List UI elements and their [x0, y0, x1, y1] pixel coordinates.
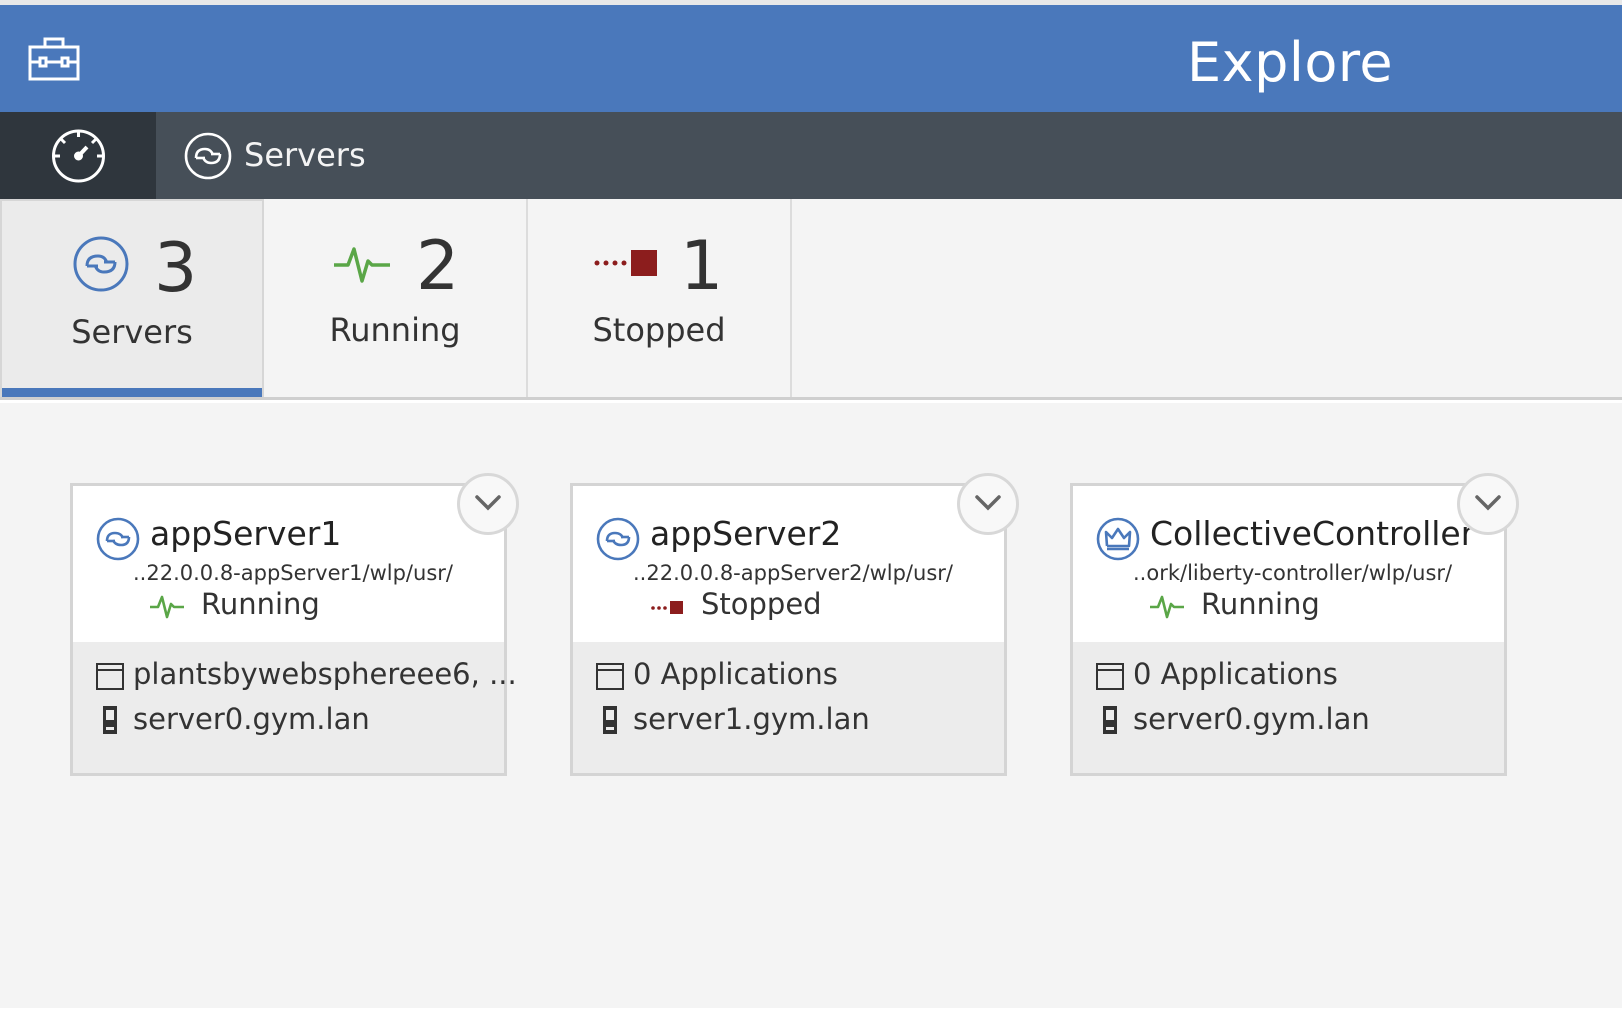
filter-count: 1: [680, 227, 724, 306]
running-pulse-icon: [334, 247, 390, 283]
stopped-icon: [594, 250, 657, 276]
application-window-icon: [596, 663, 624, 690]
expand-card-button[interactable]: [1457, 473, 1519, 535]
dashboard-gauge-icon: [52, 129, 105, 183]
dashboard-nav-button[interactable]: [0, 112, 156, 199]
server-host[interactable]: server0.gym.lan: [1133, 702, 1370, 736]
host-icon: [103, 706, 117, 734]
chevron-down-icon: [975, 495, 1001, 511]
server-status: Running: [1201, 587, 1320, 621]
stopped-icon: [651, 601, 683, 614]
server-path: ..22.0.0.8-appServer2/wlp/usr/: [633, 561, 953, 585]
server-card[interactable]: appServer1 ..22.0.0.8-appServer1/wlp/usr…: [70, 483, 517, 776]
application-window-icon: [96, 663, 124, 690]
server-applications[interactable]: plantsbywebsphereee6, ...: [133, 657, 517, 691]
server-host[interactable]: server1.gym.lan: [633, 702, 870, 736]
running-pulse-icon: [1150, 595, 1184, 619]
header-bar: Explore: [0, 5, 1622, 112]
server-applications[interactable]: 0 Applications: [1133, 657, 1338, 691]
server-card[interactable]: CollectiveController ..ork/liberty-contr…: [1070, 483, 1507, 776]
server-name[interactable]: appServer1: [150, 514, 341, 553]
server-host[interactable]: server0.gym.lan: [133, 702, 370, 736]
filter-label: Stopped: [592, 311, 726, 349]
server-cards-area: appServer1 ..22.0.0.8-appServer1/wlp/usr…: [0, 403, 1622, 1008]
bottom-edge: [0, 1008, 1622, 1012]
filter-tab-stopped[interactable]: 1 Stopped: [528, 199, 792, 397]
server-path: ..22.0.0.8-appServer1/wlp/usr/: [133, 561, 453, 585]
server-name[interactable]: CollectiveController: [1150, 514, 1474, 553]
server-path: ..ork/liberty-controller/wlp/usr/: [1133, 561, 1453, 585]
status-filter-bar: 3 Servers 2 Running 1 Stopped: [0, 199, 1622, 400]
filter-label: Running: [329, 311, 461, 349]
active-tab-indicator: [2, 388, 262, 397]
filter-tab-servers[interactable]: 3 Servers: [0, 199, 264, 397]
server-status: Stopped: [701, 587, 822, 621]
server-card-header: appServer1 ..22.0.0.8-appServer1/wlp/usr…: [73, 486, 504, 642]
server-icon: [184, 132, 232, 180]
server-name[interactable]: appServer2: [650, 514, 841, 553]
chevron-down-icon: [475, 495, 501, 511]
server-status: Running: [201, 587, 320, 621]
server-icon: [596, 517, 640, 561]
collective-controller-crown-icon: [1096, 517, 1140, 561]
expand-card-button[interactable]: [457, 473, 519, 535]
server-applications[interactable]: 0 Applications: [633, 657, 838, 691]
chevron-down-icon: [1475, 495, 1501, 511]
server-card[interactable]: appServer2 ..22.0.0.8-appServer2/wlp/usr…: [570, 483, 1007, 776]
toolbox-icon[interactable]: [27, 35, 81, 83]
page-title: Explore: [1187, 31, 1394, 94]
server-icon: [73, 236, 129, 292]
filter-label: Servers: [71, 313, 193, 351]
server-icon: [96, 517, 140, 561]
expand-card-button[interactable]: [957, 473, 1019, 535]
filter-count: 2: [416, 227, 460, 306]
host-icon: [1103, 706, 1117, 734]
host-icon: [603, 706, 617, 734]
application-window-icon: [1096, 663, 1124, 690]
running-pulse-icon: [150, 595, 184, 619]
filter-count: 3: [154, 229, 198, 308]
server-card-header: appServer2 ..22.0.0.8-appServer2/wlp/usr…: [573, 486, 1004, 642]
filter-tab-running[interactable]: 2 Running: [264, 199, 528, 397]
server-card-header: CollectiveController ..ork/liberty-contr…: [1073, 486, 1504, 642]
breadcrumb-servers[interactable]: Servers: [244, 136, 366, 174]
breadcrumb-nav: Servers: [0, 112, 1622, 199]
